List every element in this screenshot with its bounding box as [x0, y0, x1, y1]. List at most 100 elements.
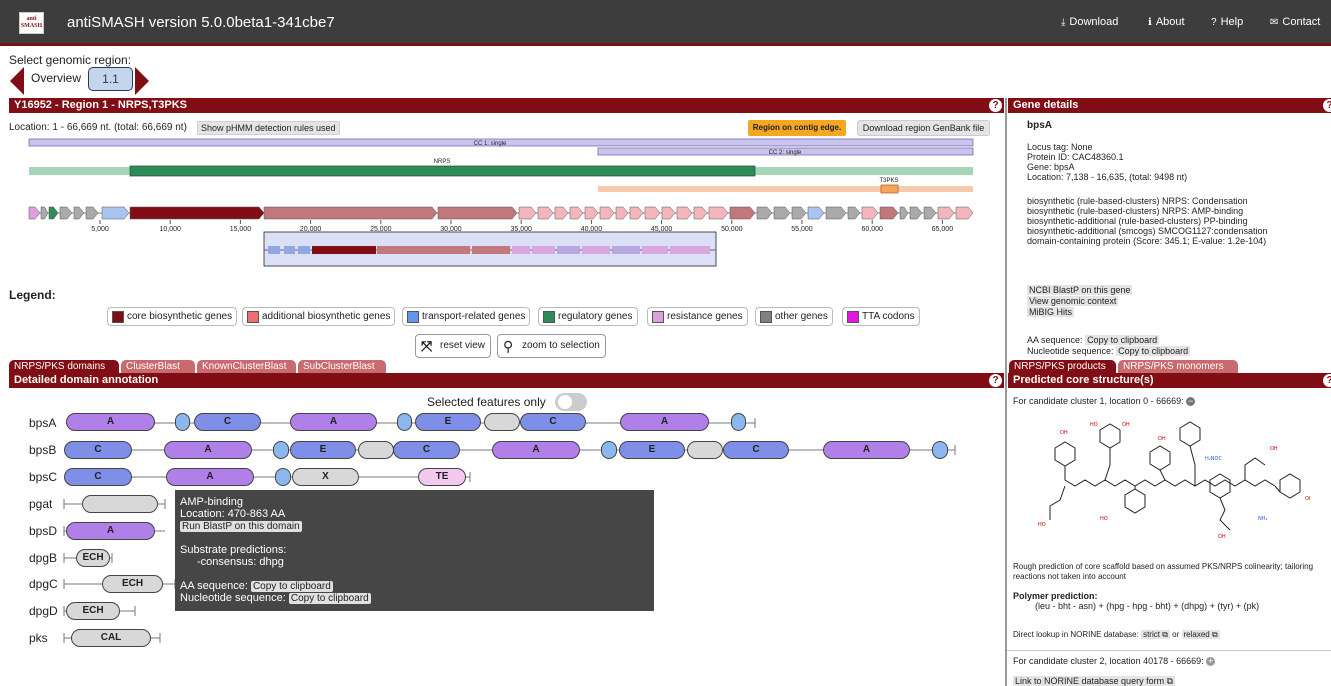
domain-bpsa-a-2[interactable]: A [290, 413, 377, 431]
gene-arrow[interactable] [569, 206, 584, 220]
domain-pks-cal[interactable]: CAL [71, 629, 151, 647]
genomic-context-link[interactable]: View genomic context [1027, 296, 1119, 306]
expand-icon[interactable]: + [1206, 657, 1216, 666]
nav-contact[interactable]: ✉ Contact [1270, 16, 1320, 28]
domain-bpsb-other-1[interactable] [358, 441, 394, 459]
gene-arrow[interactable] [59, 206, 73, 220]
gene-arrow[interactable] [693, 206, 708, 220]
tab-knownclusterblast[interactable]: KnownClusterBlast [197, 360, 296, 373]
domain-bpsb-e-1[interactable]: E [290, 441, 356, 459]
gene-arrow[interactable] [73, 206, 85, 220]
domain-bpsb-e-2[interactable]: E [619, 441, 685, 459]
gene-arrow[interactable] [644, 206, 661, 220]
domain-bpsb-c-1[interactable]: C [64, 441, 132, 459]
gene-arrow[interactable] [629, 206, 644, 220]
help-circle-icon[interactable]: ? [1323, 99, 1331, 112]
ncbi-blastp-link[interactable]: NCBI BlastP on this gene [1027, 285, 1133, 295]
gene-arrow[interactable] [955, 206, 974, 220]
domain-bpsc-c[interactable]: C [64, 468, 132, 486]
tab-clusterblast[interactable]: ClusterBlast [121, 360, 195, 373]
domain-bpsb-other-2[interactable] [687, 441, 723, 459]
domain-dpgb-ech[interactable]: ECH [76, 549, 110, 567]
domain-bpsb-a-2[interactable]: A [492, 441, 580, 459]
norine-strict-link[interactable]: strict ⧉ [1141, 630, 1170, 639]
domain-bpsb-c-3[interactable]: C [723, 441, 789, 459]
domain-bpsa-pcp-2[interactable] [397, 413, 412, 431]
norine-query-form-link[interactable]: Link to NORINE database query form ⧉ [1013, 676, 1176, 686]
gene-arrow[interactable] [879, 206, 899, 220]
domain-bpsa-c-1[interactable]: C [194, 413, 261, 431]
domain-bpsa-e[interactable]: E [415, 413, 481, 431]
domain-bpsc-pcp[interactable] [275, 468, 291, 486]
gene-arrow[interactable] [899, 206, 909, 220]
nav-about[interactable]: ℹ About [1148, 16, 1185, 28]
gene-arrow[interactable] [676, 206, 693, 220]
legend-additional-biosynthetic[interactable]: additional biosynthetic genes [242, 307, 396, 326]
gene-arrow[interactable] [599, 206, 615, 220]
region-1-1-button[interactable]: 1.1 [88, 67, 133, 91]
domain-bpsd-a[interactable]: A [66, 522, 155, 540]
nav-help[interactable]: ? Help [1211, 16, 1243, 28]
gene-arrow[interactable] [861, 206, 879, 220]
domain-dpgc-ech[interactable]: ECH [102, 575, 163, 593]
gene-arrow[interactable] [40, 206, 49, 220]
domain-bpsb-pcp-3[interactable] [932, 441, 948, 459]
previous-region-arrow[interactable] [10, 67, 24, 95]
domain-bpsb-pcp-2[interactable] [601, 441, 617, 459]
help-circle-icon[interactable]: ? [1323, 374, 1331, 387]
domain-bpsa-pcp-3[interactable] [731, 413, 746, 431]
gene-arrow[interactable] [101, 206, 130, 220]
gene-arrow[interactable] [825, 206, 847, 220]
gene-arrow[interactable] [615, 206, 629, 220]
run-blastp-domain-button[interactable]: Run BlastP on this domain [180, 521, 302, 532]
domain-bpsa-pcp-1[interactable] [175, 413, 190, 431]
legend-regulatory[interactable]: regulatory genes [538, 307, 638, 326]
legend-transport[interactable]: transport-related genes [402, 307, 531, 326]
nav-download[interactable]: ⤓ Download [1061, 16, 1118, 28]
gene-arrow[interactable] [537, 206, 554, 220]
copy-nt-button[interactable]: Copy to clipboard [1116, 346, 1191, 356]
collapse-icon[interactable]: − [1186, 397, 1196, 406]
gene-arrow[interactable] [791, 206, 807, 220]
domain-bpsb-pcp-1[interactable] [273, 441, 289, 459]
legend-resistance[interactable]: resistance genes [647, 307, 748, 326]
gene-arrow[interactable] [756, 206, 773, 220]
next-region-arrow[interactable] [135, 67, 149, 95]
gene-arrow[interactable] [708, 206, 729, 220]
tab-nrps-pks-domains[interactable]: NRPS/PKS domains [9, 360, 119, 373]
zoom-to-selection-button[interactable]: ⚲ zoom to selection [497, 334, 606, 358]
domain-bpsb-a-1[interactable]: A [164, 441, 252, 459]
domain-bpsa-c-2[interactable]: C [520, 413, 586, 431]
download-genbank-button[interactable]: Download region GenBank file [857, 120, 990, 136]
gene-arrow[interactable] [437, 206, 518, 220]
gene-arrow[interactable] [85, 206, 99, 220]
tab-nrps-pks-monomers[interactable]: NRPS/PKS monomers [1118, 360, 1238, 373]
reset-view-button[interactable]: ⤧ reset view [415, 334, 492, 358]
gene-arrow[interactable] [129, 206, 265, 220]
gene-arrow[interactable] [937, 206, 955, 220]
gene-arrow[interactable] [661, 206, 676, 220]
tooltip-copy-aa-button[interactable]: Copy to clipboard [250, 581, 333, 592]
gene-track[interactable] [28, 206, 974, 220]
legend-other[interactable]: other genes [755, 307, 833, 326]
copy-aa-button[interactable]: Copy to clipboard [1085, 335, 1160, 345]
selected-only-toggle[interactable] [555, 393, 587, 411]
gene-arrow[interactable] [554, 206, 569, 220]
domain-bpsa-a-3[interactable]: A [620, 413, 709, 431]
legend-tta[interactable]: TTA codons [842, 307, 920, 326]
gene-arrow[interactable] [28, 206, 41, 220]
gene-arrow[interactable] [48, 206, 59, 220]
gene-arrow[interactable] [584, 206, 599, 220]
domain-bpsa-other[interactable] [484, 413, 520, 431]
help-circle-icon[interactable]: ? [989, 374, 1002, 387]
gene-arrow[interactable] [807, 206, 825, 220]
domain-bpsc-a[interactable]: A [166, 468, 254, 486]
show-rules-button[interactable]: Show pHMM detection rules used [197, 121, 340, 135]
domain-bpsb-a-3[interactable]: A [823, 441, 910, 459]
gene-arrow[interactable] [847, 206, 861, 220]
gene-arrow[interactable] [729, 206, 756, 220]
domain-bpsc-te[interactable]: TE [418, 468, 466, 486]
tab-subclusterblast[interactable]: SubClusterBlast [298, 360, 386, 373]
help-circle-icon[interactable]: ? [989, 99, 1002, 112]
domain-pgat[interactable] [82, 495, 158, 513]
